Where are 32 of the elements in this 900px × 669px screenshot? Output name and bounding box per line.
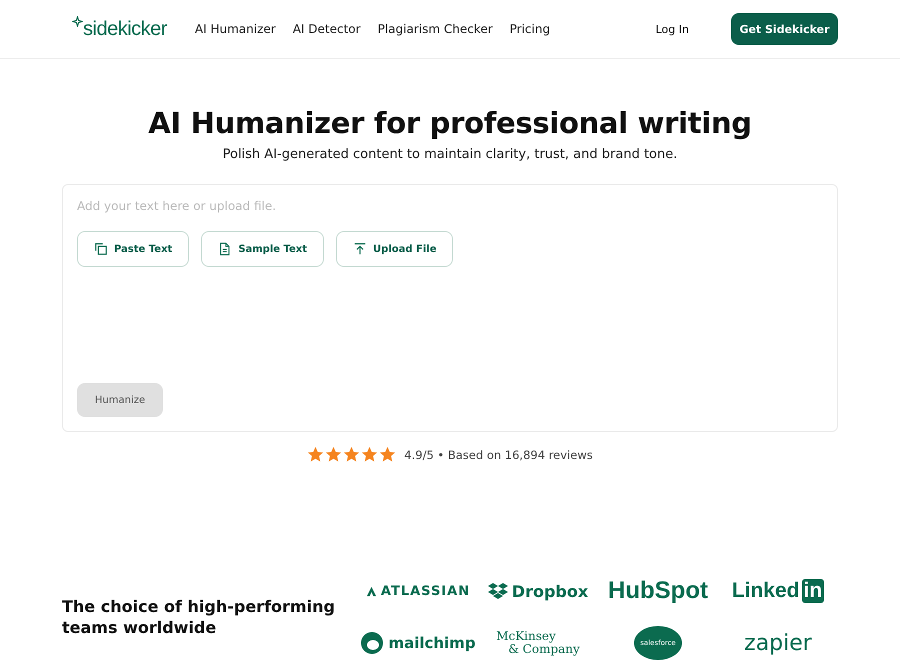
- login-link[interactable]: Log In: [656, 22, 689, 36]
- triangle-icon: [366, 586, 377, 596]
- upload-icon: [353, 242, 368, 256]
- star-icon: [343, 446, 360, 463]
- star-icon: [379, 446, 396, 463]
- star-icon: [307, 446, 324, 463]
- company-logo: HubSpot: [608, 577, 708, 605]
- page-title: AI Humanizer for professional writing: [147, 105, 753, 141]
- section-heading: The choice of high-performing teams worldwide: [62, 596, 336, 638]
- rating-text: 4.9/5 • Based on 16,894 reviews: [404, 448, 593, 462]
- document-icon: [218, 242, 232, 256]
- sparkle-icon: [72, 16, 83, 27]
- company-logo: McKinsey & Company: [496, 630, 580, 656]
- action-button[interactable]: Sample Text: [201, 231, 324, 267]
- nav-link[interactable]: AI Detector: [292, 22, 361, 36]
- logo-link[interactable]: sidekicker: [72, 18, 167, 40]
- box-icon: [488, 582, 508, 600]
- action-button[interactable]: Upload File: [336, 231, 454, 267]
- company-logo: mailchimp: [360, 631, 476, 655]
- star-icon: [325, 446, 342, 463]
- company-logo: zapier: [744, 630, 812, 656]
- get-started-button[interactable]: Get Sidekicker: [731, 13, 838, 45]
- star-icon: [361, 446, 378, 463]
- company-logo: ATLASSIAN: [366, 584, 470, 598]
- company-logo: Dropbox: [488, 582, 588, 600]
- nav-link[interactable]: Plagiarism Checker: [378, 22, 493, 36]
- nav-link[interactable]: Pricing: [510, 22, 550, 36]
- page-subtitle: Polish AI-generated content to maintain clarity, trust, and brand tone.: [222, 147, 678, 162]
- company-logo: Linked in: [732, 579, 824, 603]
- copy-icon: [94, 242, 108, 256]
- nav-link[interactable]: AI Humanizer: [194, 22, 276, 36]
- action-button[interactable]: Paste Text: [77, 231, 190, 267]
